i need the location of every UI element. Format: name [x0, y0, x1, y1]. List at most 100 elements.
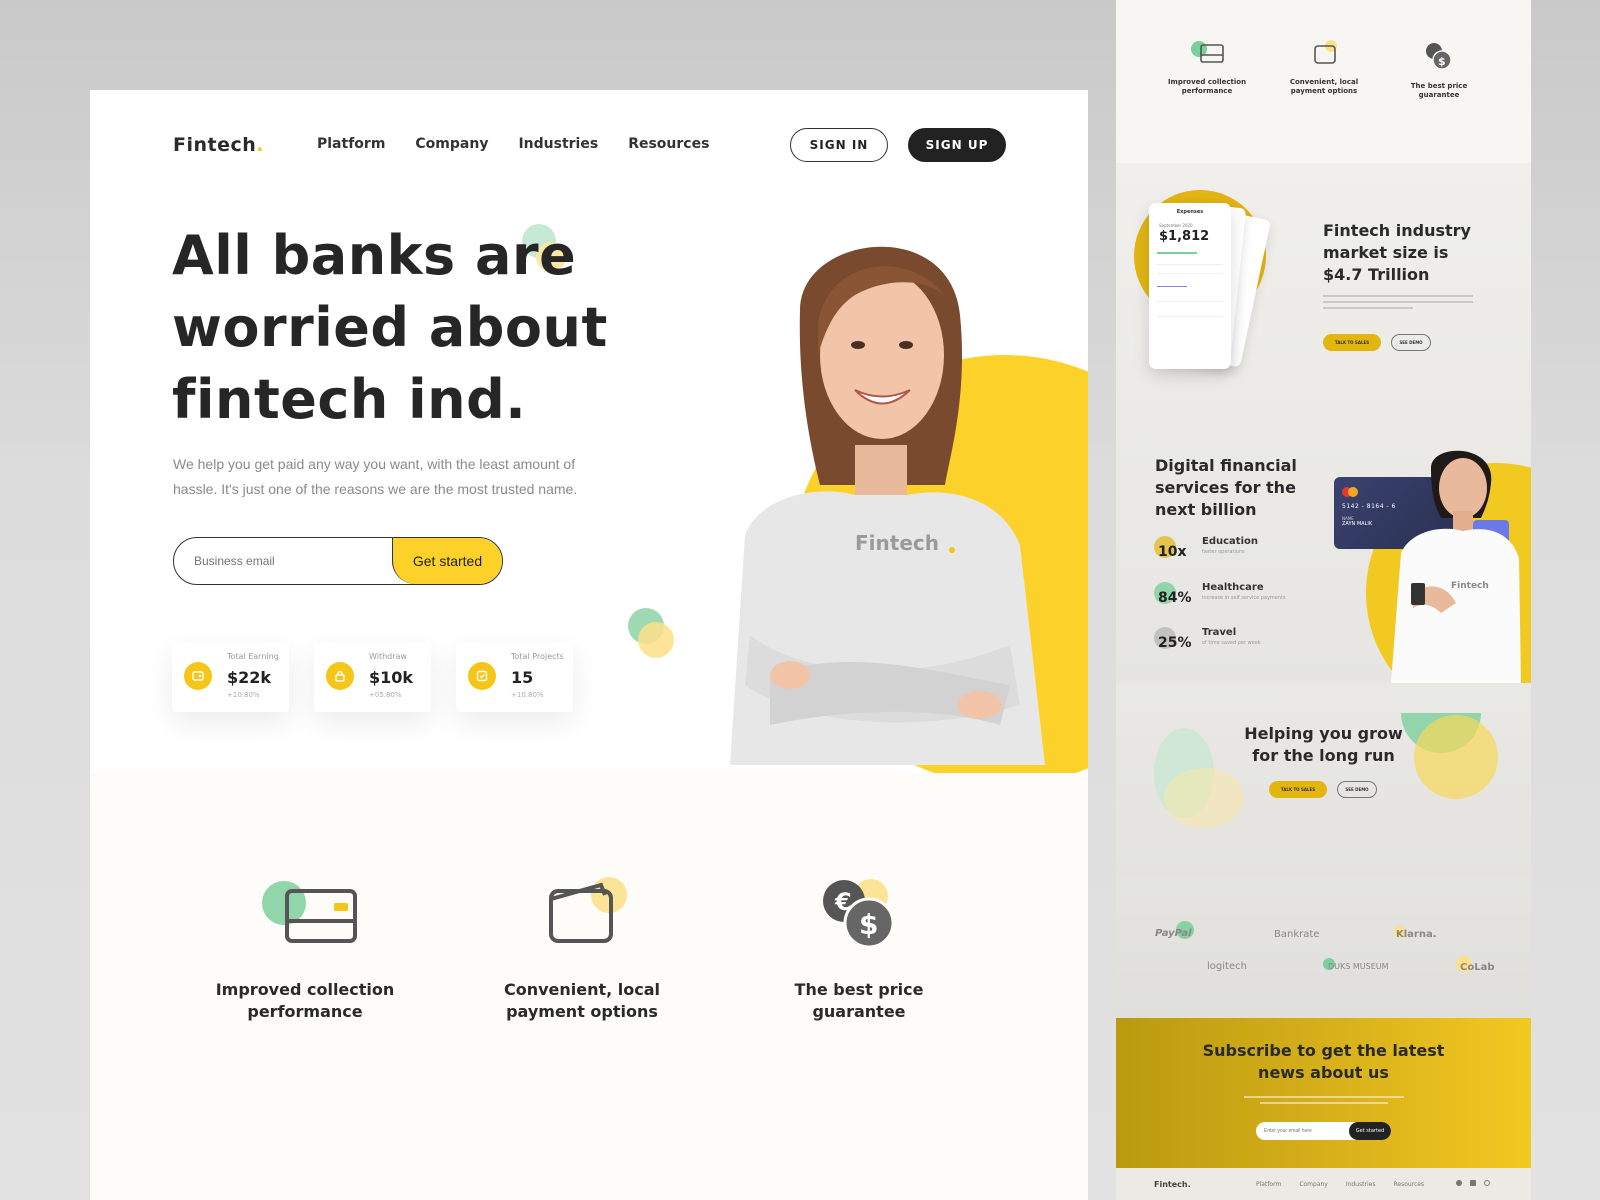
- phone-mockup-front: Expenses September 2020 $1,812: [1149, 203, 1231, 369]
- nav-industries[interactable]: Industries: [518, 136, 598, 152]
- stat-card-earning: Total Earning $22k +10.80%: [172, 642, 289, 712]
- market-title: Fintech industry market size is $4.7 Trill…: [1323, 221, 1471, 284]
- brand-paypal: PayPal: [1155, 928, 1192, 939]
- preview-features: Improved collection performance Convenien…: [1116, 0, 1531, 163]
- business-email-input[interactable]: [174, 538, 392, 584]
- stat-value: $10k: [369, 668, 414, 687]
- feature-collection: Improved collection performance: [195, 873, 415, 1023]
- hero-title-line-3: fintech ind.: [172, 368, 527, 431]
- stat-label: Withdraw: [369, 652, 407, 661]
- currency-coins-icon: € $: [804, 873, 914, 963]
- svg-text:$: $: [859, 908, 878, 941]
- subscribe-title: Subscribe to get the latest news about us: [1202, 1041, 1445, 1082]
- page-preview-panel: Improved collection performance Convenien…: [1116, 0, 1531, 1200]
- phone-month: September 2020: [1159, 223, 1193, 228]
- preview-brands-section: PayPal Bankrate Klarna. logitech DUKS MU…: [1116, 878, 1531, 1018]
- brand-klarna: Klarna.: [1396, 929, 1437, 940]
- brand-logo[interactable]: Fintech.: [173, 134, 264, 156]
- stat-card-projects: Total Projects 15 +10.80%: [456, 642, 573, 712]
- hero-woman-photo: Fintech: [730, 246, 1045, 765]
- main-nav: Platform Company Industries Resources: [317, 136, 709, 152]
- preview-grow-section: Helping you grow for the long run TALK TO…: [1116, 683, 1531, 878]
- woman-with-phone-photo: Fintech: [1391, 450, 1521, 683]
- footer-link-company[interactable]: Company: [1299, 1181, 1328, 1188]
- feature-price: € $ The best price guarantee: [749, 873, 969, 1023]
- brand-colab: CoLab: [1460, 962, 1495, 973]
- preview-footer: Fintech. Platform Company Industries Res…: [1116, 1168, 1531, 1200]
- wallet-icon: [1314, 40, 1337, 64]
- logo-dot: .: [256, 134, 264, 156]
- subscribe-email-input[interactable]: [1256, 1128, 1349, 1134]
- sign-up-button[interactable]: SIGN UP: [908, 128, 1006, 162]
- brand-bankrate: Bankrate: [1274, 929, 1320, 940]
- deco-yellow-leaf: [1164, 768, 1244, 828]
- shirt-logo: Fintech: [1451, 581, 1489, 591]
- hero-title-line-1: All banks are: [172, 224, 577, 287]
- brand-logitech: logitech: [1207, 961, 1247, 972]
- preview-market-section: Expenses September 2020 $1,812 Fintech i…: [1116, 163, 1531, 423]
- wallet-icon: [184, 662, 212, 690]
- feature-title: Convenient, local payment options: [503, 980, 661, 1021]
- feature-title: Improved collection performance: [215, 980, 395, 1021]
- hero-subtitle-line-1: We help you get paid any way you want, w…: [173, 456, 576, 472]
- digital-title: Digital financial services for the next bi…: [1155, 456, 1297, 519]
- footer-social: [1456, 1180, 1490, 1186]
- preview-digital-section: Digital financial services for the next bi…: [1116, 423, 1531, 723]
- stat-value: $22k: [227, 668, 272, 687]
- phone-amount: $1,812: [1159, 229, 1210, 244]
- wallet-icon: [527, 873, 637, 963]
- email-signup-form: Get started: [173, 537, 503, 585]
- stat-delta: +10.80%: [227, 691, 260, 699]
- talk-to-sales-button[interactable]: TALK TO SALES: [1269, 781, 1327, 798]
- feature-title: The best price guarantee: [794, 980, 924, 1021]
- talk-to-sales-button[interactable]: TALK TO SALES: [1323, 334, 1381, 351]
- stat-label: Total Projects: [511, 652, 564, 661]
- phone-header: Expenses: [1176, 209, 1204, 215]
- svg-text:$: $: [1438, 55, 1446, 68]
- see-demo-button[interactable]: SEE DEMO: [1337, 781, 1377, 798]
- hero-subtitle-line-2: hassle. It's just one of the reasons we …: [173, 481, 578, 497]
- subscribe-button[interactable]: Get started: [1349, 1122, 1391, 1140]
- lock-icon: [326, 662, 354, 690]
- stat-delta: +10.80%: [511, 691, 544, 699]
- checklist-icon: [468, 662, 496, 690]
- feature-payment: Convenient, local payment options: [472, 873, 692, 1023]
- instagram-icon[interactable]: [1484, 1180, 1490, 1186]
- logo-text: Fintech: [173, 134, 257, 156]
- footer-link-industries[interactable]: Industries: [1346, 1181, 1376, 1188]
- footer-link-resources[interactable]: Resources: [1393, 1181, 1424, 1188]
- grow-title: Helping you grow for the long run: [1244, 724, 1403, 765]
- subscribe-description: [1244, 1096, 1404, 1104]
- hero-subtitle: We help you get paid any way you want, w…: [173, 452, 603, 502]
- sign-in-button[interactable]: SIGN IN: [790, 128, 888, 162]
- preview-subscribe-section: Subscribe to get the latest news about us…: [1116, 1018, 1531, 1168]
- preview-feature-payment: Convenient, local payment options: [1269, 40, 1379, 96]
- shirt-logo: Fintech: [855, 531, 939, 555]
- landing-page: Fintech. Platform Company Industries Res…: [90, 90, 1088, 1200]
- stat-card-withdraw: Withdraw $10k +05.80%: [314, 642, 431, 712]
- footer-link-platform[interactable]: Platform: [1256, 1181, 1281, 1188]
- hero-title-line-2: worried about: [172, 296, 608, 359]
- hero-title: All banks are worried about fintech ind.: [172, 220, 632, 436]
- nav-company[interactable]: Company: [415, 136, 488, 152]
- currency-coins-icon: $: [1426, 43, 1452, 70]
- credit-card-icon: [250, 873, 360, 963]
- features-section: Improved collection performance Convenien…: [90, 773, 1088, 1200]
- see-demo-button[interactable]: SEE DEMO: [1391, 334, 1431, 351]
- stat-delta: +05.80%: [369, 691, 402, 699]
- nav-platform[interactable]: Platform: [317, 136, 385, 152]
- preview-feature-collection: Improved collection performance: [1152, 40, 1262, 96]
- credit-card-icon: [1191, 41, 1224, 63]
- facebook-icon[interactable]: [1456, 1180, 1462, 1186]
- footer-nav: Platform Company Industries Resources: [1256, 1181, 1424, 1188]
- market-description: [1323, 295, 1473, 309]
- footer-logo[interactable]: Fintech.: [1154, 1180, 1191, 1189]
- get-started-button[interactable]: Get started: [392, 538, 502, 584]
- nav-resources[interactable]: Resources: [628, 136, 709, 152]
- linkedin-icon[interactable]: [1470, 1180, 1476, 1186]
- subscribe-form: Get started: [1256, 1122, 1391, 1140]
- stat-label: Total Earning: [227, 652, 279, 661]
- stat-value: 15: [511, 668, 534, 687]
- preview-feature-price: $ The best price guarantee: [1384, 40, 1494, 100]
- brand-duks-museum: DUKS MUSEUM: [1328, 962, 1389, 971]
